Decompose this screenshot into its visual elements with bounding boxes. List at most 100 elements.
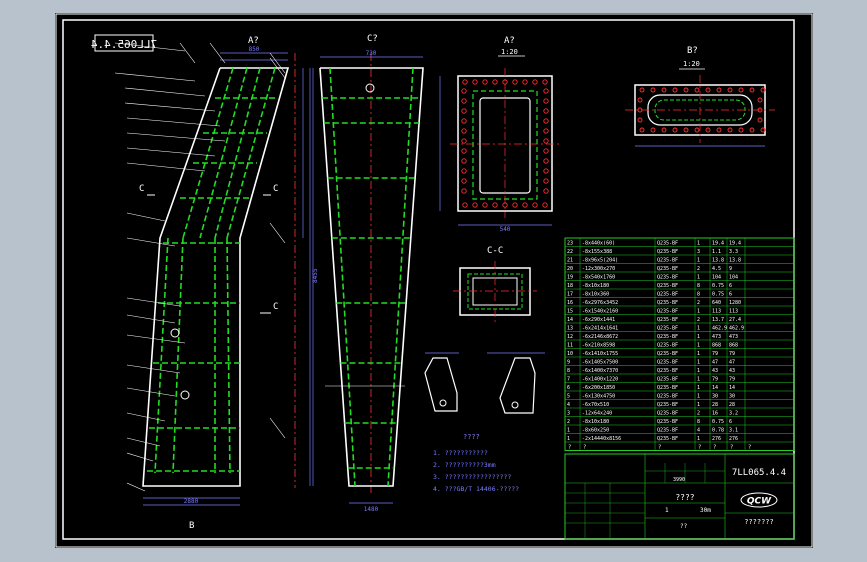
- bom-cell: 3.3: [729, 249, 738, 255]
- bom-cell: 1280: [729, 300, 741, 306]
- bom-cell: 19.4: [729, 241, 741, 247]
- bom-cell: 4: [567, 402, 570, 408]
- bom-cell: Q235-BF: [657, 351, 678, 357]
- bom-cell: 276: [729, 436, 738, 442]
- bom-cell: -6x1400x1220: [582, 377, 618, 383]
- company-name: ???????: [744, 518, 774, 526]
- sheet-number: ??: [680, 523, 688, 530]
- bom-cell: 13.7: [712, 317, 724, 323]
- bom-cell: 1: [697, 275, 700, 281]
- dim-side-top: 730: [366, 50, 377, 57]
- bom-cell: Q235-BF: [657, 292, 678, 298]
- bom-cell: Q235-BF: [657, 428, 678, 434]
- inner-frame: [62, 19, 795, 540]
- bom-cell: Q235-BF: [657, 249, 678, 255]
- bom-cell: -6x1410x1755: [582, 351, 618, 357]
- bom-cell: -8x440x(60): [582, 241, 615, 247]
- bom-cell: 5: [567, 394, 570, 400]
- bom-cell: -8x60x250: [582, 428, 609, 434]
- note-line: 3. ?????????????????: [433, 473, 511, 481]
- bom-cell: 21: [567, 258, 573, 264]
- bom-cell: Q235-BF: [657, 411, 678, 417]
- bom-header-cell: ?: [730, 445, 733, 451]
- note-line: 1. ???????????: [433, 449, 488, 457]
- bom-cell: 113: [729, 309, 738, 315]
- bom-cell: Q235-BF: [657, 317, 678, 323]
- bom-cell: 43: [712, 368, 718, 374]
- bom-cell: 868: [729, 343, 738, 349]
- title-unknown: ????: [675, 493, 694, 502]
- bom-cell: -6x2146x8672: [582, 334, 618, 340]
- bom-cell: 2: [697, 411, 700, 417]
- bom-cell: -8x540x1760: [582, 275, 615, 281]
- bom-cell: 22: [567, 249, 573, 255]
- bom-cell: 14: [712, 385, 718, 391]
- bom-cell: 16: [712, 411, 718, 417]
- bom-cell: -6x1405x7500: [582, 360, 618, 366]
- bom-cell: 79: [729, 351, 735, 357]
- bom-cell: 9: [729, 266, 732, 272]
- front-view-label: A?: [248, 36, 259, 46]
- bom-cell: 1: [697, 241, 700, 247]
- bom-cell: 104: [712, 275, 721, 281]
- bom-cell: 3: [697, 249, 700, 255]
- note-line: 2. ??????????3mm: [433, 461, 496, 469]
- bom-cell: 462.9: [712, 326, 727, 332]
- bom-cell: Q235-BF: [657, 360, 678, 366]
- view-b: B? 1:20: [625, 46, 775, 147]
- bom-cell: 19.4: [712, 241, 724, 247]
- bom-cell: 1: [697, 343, 700, 349]
- bom-cell: 2: [567, 419, 570, 425]
- bom-cell: 4: [697, 428, 700, 434]
- bom-cell: Q235-BF: [657, 326, 678, 332]
- bom-cell: -8x10x360: [582, 292, 609, 298]
- bom-cell: 19: [567, 275, 573, 281]
- quantity: 1: [665, 507, 669, 514]
- cut-mark-c-right: C: [273, 184, 278, 194]
- bom-cell: 28: [729, 402, 735, 408]
- mirrored-drawing-number: 7LL065.4.4: [91, 38, 158, 51]
- cad-drawing: 7LL065.4.4 850 2880 8455 A? B C C C C? 7…: [55, 13, 813, 548]
- drawing-number: 7LL065.4.4: [732, 468, 786, 478]
- bom-cell: 1: [697, 377, 700, 383]
- bom-cell: 0.75: [712, 292, 724, 298]
- dim-top-width: 850: [249, 46, 260, 53]
- bom-cell: -6x200x1850: [582, 385, 615, 391]
- bom-table: 23 -8x440x(60) Q235-BF 1 19.4 19.422 -8x155x38…: [564, 237, 795, 451]
- bom-cell: 2: [697, 266, 700, 272]
- bom-cell: Q235-BF: [657, 402, 678, 408]
- front-hidden-lines: [147, 67, 277, 474]
- bom-cell: 1: [697, 334, 700, 340]
- bom-cell: -8x10x180: [582, 419, 609, 425]
- bom-cell: 12: [567, 334, 573, 340]
- front-leaders: [114, 42, 286, 492]
- bom-cell: 1: [697, 258, 700, 264]
- bom-cell: 104: [729, 275, 738, 281]
- bom-cell: -8x155x388: [582, 249, 612, 255]
- bom-cell: 27.4: [729, 317, 741, 323]
- bom-cell: Q235-BF: [657, 258, 678, 264]
- bom-cell: 6: [729, 292, 732, 298]
- side-view: C? 730 1480: [312, 34, 424, 513]
- bom-cell: -2x14440x8156: [582, 436, 621, 442]
- bom-cell: 28: [712, 402, 718, 408]
- bom-cell: 1: [697, 368, 700, 374]
- bom-header-cell: ?: [568, 445, 571, 451]
- notes-title: ????: [463, 433, 480, 441]
- bom-cell: -8x96x5(204): [582, 258, 618, 264]
- bom-cell: -12x64x240: [582, 411, 612, 417]
- bom-cell: 473: [712, 334, 721, 340]
- bom-cell: 1: [697, 326, 700, 332]
- view-a-scale: 1:20: [501, 48, 518, 56]
- bom-cell: -6x210x8598: [582, 343, 615, 349]
- material-code: 30m: [700, 507, 711, 514]
- bom-cell: Q235-BF: [657, 394, 678, 400]
- bom-cell: 7: [567, 377, 570, 383]
- bom-cell: Q235-BF: [657, 283, 678, 289]
- bom-cell: 640: [712, 300, 721, 306]
- view-a-label: A?: [504, 36, 515, 46]
- bom-cell: Q235-BF: [657, 368, 678, 374]
- view-b-label: B?: [687, 46, 698, 56]
- bom-cell: 13.8: [729, 258, 741, 264]
- bom-cell: 17: [567, 292, 573, 298]
